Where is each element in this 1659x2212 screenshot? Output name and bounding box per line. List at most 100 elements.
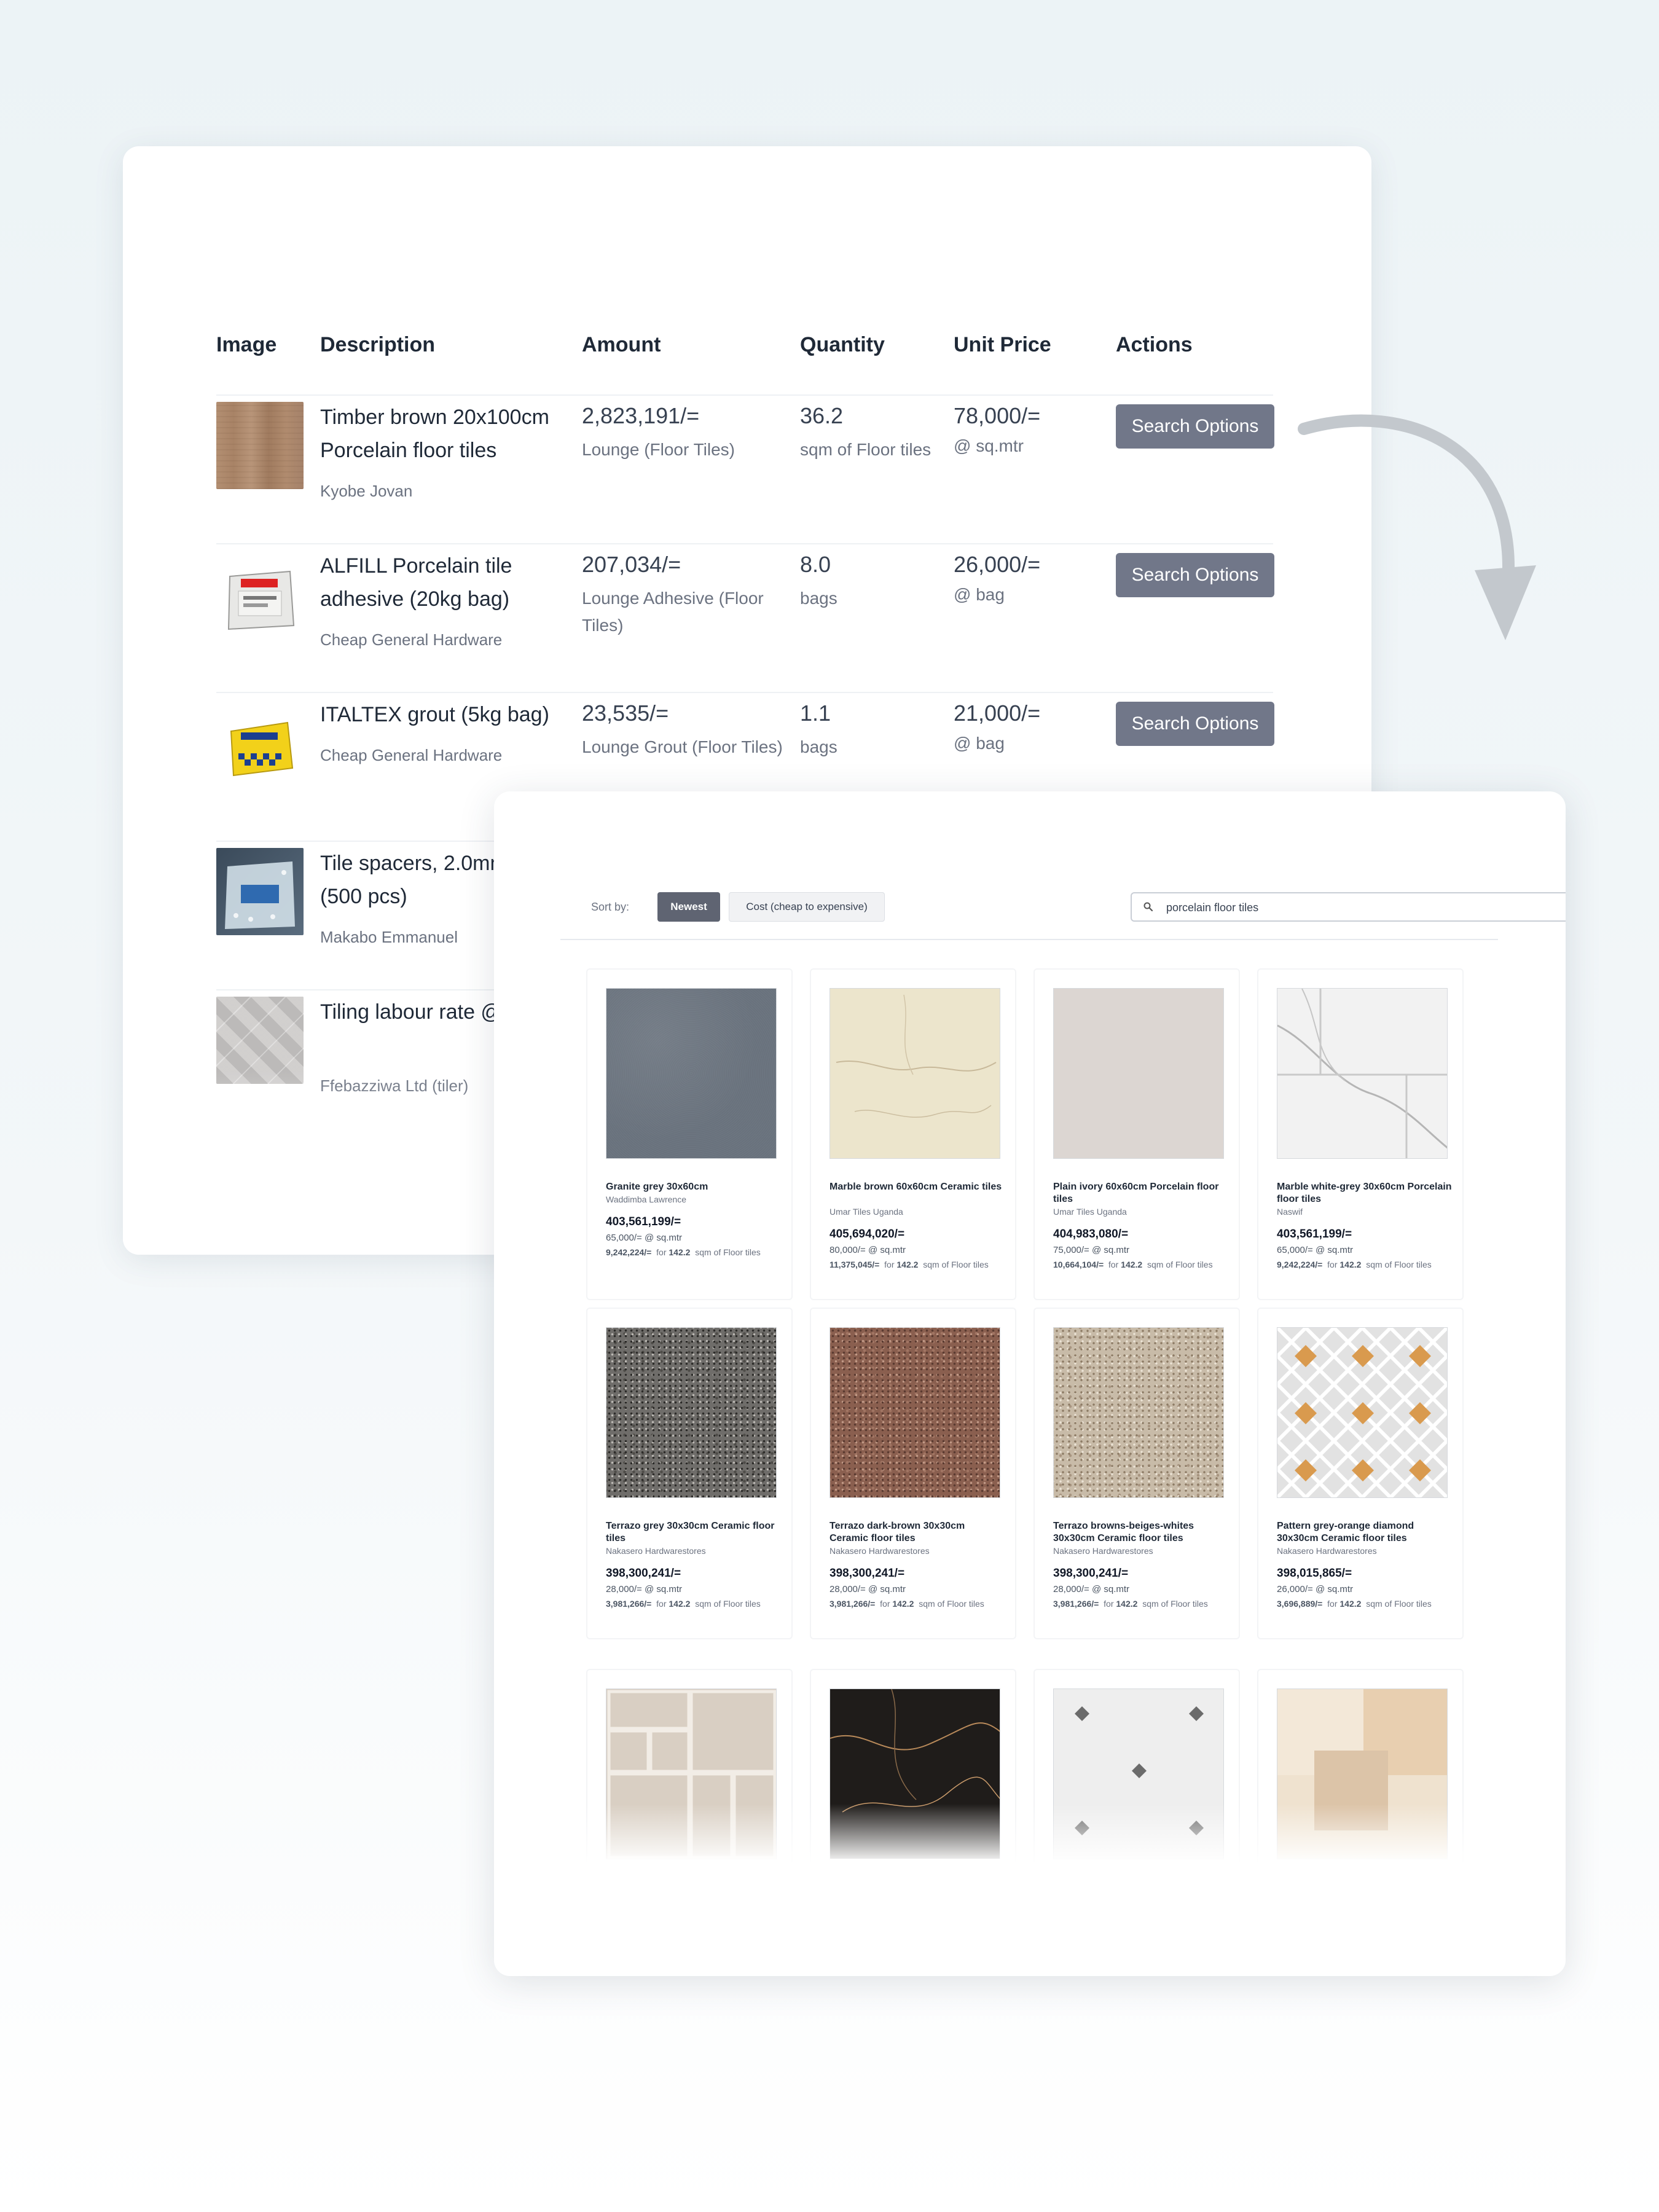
- product-card[interactable]: Terrazo grey 30x30cm Ceramic floor tiles…: [586, 1308, 793, 1639]
- item-title: ALFILL Porcelain tile adhesive (20kg bag…: [320, 554, 512, 611]
- search-options-button[interactable]: Search Options: [1116, 553, 1274, 597]
- product-unit-price: 26,000/= @ sq.mtr: [1277, 1584, 1354, 1594]
- product-total: 398,300,241/=: [830, 1567, 905, 1580]
- product-total: 404,983,080/=: [1053, 1228, 1129, 1241]
- item-amount-note: Lounge Grout (Floor Tiles): [582, 737, 783, 756]
- product-thumbnail: [216, 848, 304, 935]
- product-card[interactable]: [1033, 1669, 1240, 1976]
- curved-arrow-icon: [1298, 414, 1536, 640]
- product-title: Terrazo browns-beiges-whites 30x30cm Cer…: [1053, 1521, 1194, 1543]
- product-title: Marble brown 60x60cm Ceramic tiles: [830, 1182, 1002, 1192]
- product-image: [1053, 1688, 1224, 1859]
- product-title: Granite grey 30x60cm: [606, 1182, 708, 1192]
- product-card[interactable]: Marble brown 60x60cm Ceramic tiles Umar …: [810, 968, 1016, 1300]
- search-box: [1131, 892, 1566, 922]
- product-unit-price: 80,000/= @ sq.mtr: [830, 1245, 906, 1255]
- sort-bar: Sort by: Newest Cost (cheap to expensive…: [591, 892, 1566, 923]
- product-card[interactable]: [1257, 1669, 1464, 1976]
- item-vendor: Cheap General Hardware: [320, 630, 503, 649]
- search-icon: [1143, 902, 1153, 912]
- product-search-card: Sort by: Newest Cost (cheap to expensive…: [494, 791, 1566, 1976]
- item-amount: 207,034/=: [582, 552, 681, 577]
- product-title: Terrazo dark-brown 30x30cm Ceramic floor…: [830, 1521, 965, 1543]
- sort-label: Sort by:: [591, 901, 630, 913]
- sort-cost-button[interactable]: Cost (cheap to expensive): [729, 892, 885, 922]
- product-unit-price: 75,000/= @ sq.mtr: [1053, 1245, 1130, 1255]
- product-image: [830, 1327, 1000, 1498]
- product-thumbnail: [216, 551, 304, 638]
- product-image: [606, 988, 777, 1159]
- product-image: [1277, 1688, 1448, 1859]
- item-amount: 23,535/=: [582, 700, 669, 726]
- product-unit-price: 65,000/= @ sq.mtr: [606, 1233, 683, 1243]
- item-vendor: Ffebazziwa Ltd (tiler): [320, 1077, 469, 1095]
- product-coverage: 9,242,224/= for 142.2 sqm of Floor tiles: [606, 1247, 761, 1257]
- item-quantity-unit: bags: [800, 737, 837, 756]
- product-total: 398,015,865/=: [1277, 1567, 1352, 1580]
- item-quantity: 8.0: [800, 552, 831, 577]
- item-title: ITALTEX grout (5kg bag): [320, 703, 549, 726]
- product-total: 403,561,199/=: [606, 1215, 681, 1228]
- item-vendor: Kyobe Jovan: [320, 482, 413, 500]
- product-image: [1277, 988, 1448, 1159]
- product-coverage: 11,375,045/= for 142.2 sqm of Floor tile…: [830, 1260, 989, 1269]
- product-card[interactable]: Terrazo browns-beiges-whites 30x30cm Cer…: [1033, 1308, 1240, 1639]
- table-row: ALFILL Porcelain tile adhesive (20kg bag…: [216, 543, 1274, 692]
- product-card[interactable]: [810, 1669, 1016, 1976]
- product-vendor: Nakasero Hardwarestores: [1277, 1546, 1377, 1556]
- product-card[interactable]: Terrazo dark-brown 30x30cm Ceramic floor…: [810, 1308, 1016, 1639]
- search-input[interactable]: [1166, 898, 1559, 917]
- header-unit-price: Unit Price: [954, 333, 1051, 356]
- product-total: 403,561,199/=: [1277, 1228, 1352, 1241]
- item-amount: 2,823,191/=: [582, 403, 700, 428]
- product-card[interactable]: [586, 1669, 793, 1976]
- product-vendor: Umar Tiles Uganda: [830, 1207, 903, 1217]
- product-image: [830, 1688, 1000, 1859]
- item-quantity: 1.1: [800, 700, 831, 726]
- header-amount: Amount: [582, 333, 661, 356]
- product-card[interactable]: Plain ivory 60x60cm Porcelain floor tile…: [1033, 968, 1240, 1300]
- boq-table-header: Image Description Amount Quantity Unit P…: [123, 333, 1371, 370]
- item-vendor: Cheap General Hardware: [320, 746, 503, 764]
- product-image: [606, 1327, 777, 1498]
- product-image: [1277, 1327, 1448, 1498]
- item-unit-price: 21,000/=: [954, 700, 1041, 726]
- header-quantity: Quantity: [800, 333, 885, 356]
- product-thumbnail: [216, 997, 304, 1084]
- product-image: [1053, 1327, 1224, 1498]
- header-description: Description: [320, 333, 436, 356]
- item-amount-note: Lounge (Floor Tiles): [582, 440, 735, 459]
- item-vendor: Makabo Emmanuel: [320, 928, 458, 946]
- product-title: Terrazo grey 30x30cm Ceramic floor tiles: [606, 1521, 775, 1543]
- product-unit-price: 28,000/= @ sq.mtr: [830, 1584, 906, 1594]
- product-vendor: Nakasero Hardwarestores: [606, 1546, 706, 1556]
- product-coverage: 3,696,889/= for 142.2 sqm of Floor tiles: [1277, 1599, 1432, 1609]
- divider: [560, 939, 1498, 940]
- item-quantity-unit: bags: [800, 589, 837, 608]
- product-vendor: Waddimba Lawrence: [606, 1194, 686, 1204]
- item-unit-basis: @ sq.mtr: [954, 436, 1024, 455]
- product-title: Pattern grey-orange diamond 30x30cm Cera…: [1277, 1521, 1414, 1543]
- product-thumbnail: [216, 402, 304, 489]
- product-card[interactable]: Marble white-grey 30x60cm Porcelain floo…: [1257, 968, 1464, 1300]
- product-unit-price: 28,000/= @ sq.mtr: [1053, 1584, 1130, 1594]
- header-image: Image: [216, 333, 277, 356]
- product-card[interactable]: Granite grey 30x60cm Waddimba Lawrence 4…: [586, 968, 793, 1300]
- search-options-button[interactable]: Search Options: [1116, 702, 1274, 746]
- search-options-button[interactable]: Search Options: [1116, 404, 1274, 449]
- product-title: Plain ivory 60x60cm Porcelain floor tile…: [1053, 1182, 1219, 1204]
- sort-newest-button[interactable]: Newest: [657, 892, 720, 922]
- table-row: Timber brown 20x100cm Porcelain floor ti…: [216, 394, 1274, 543]
- item-quantity-unit: sqm of Floor tiles: [800, 440, 931, 459]
- product-total: 398,300,241/=: [1053, 1567, 1129, 1580]
- product-vendor: Nakasero Hardwarestores: [830, 1546, 930, 1556]
- product-coverage: 9,242,224/= for 142.2 sqm of Floor tiles: [1277, 1260, 1432, 1269]
- product-card[interactable]: Pattern grey-orange diamond 30x30cm Cera…: [1257, 1308, 1464, 1639]
- product-coverage: 3,981,266/= for 142.2 sqm of Floor tiles: [1053, 1599, 1208, 1609]
- item-unit-basis: @ bag: [954, 585, 1005, 604]
- item-title: Timber brown 20x100cm Porcelain floor ti…: [320, 406, 549, 462]
- product-image: [606, 1688, 777, 1859]
- product-coverage: 3,981,266/= for 142.2 sqm of Floor tiles: [606, 1599, 761, 1609]
- item-unit-basis: @ bag: [954, 734, 1005, 753]
- product-vendor: Nakasero Hardwarestores: [1053, 1546, 1153, 1556]
